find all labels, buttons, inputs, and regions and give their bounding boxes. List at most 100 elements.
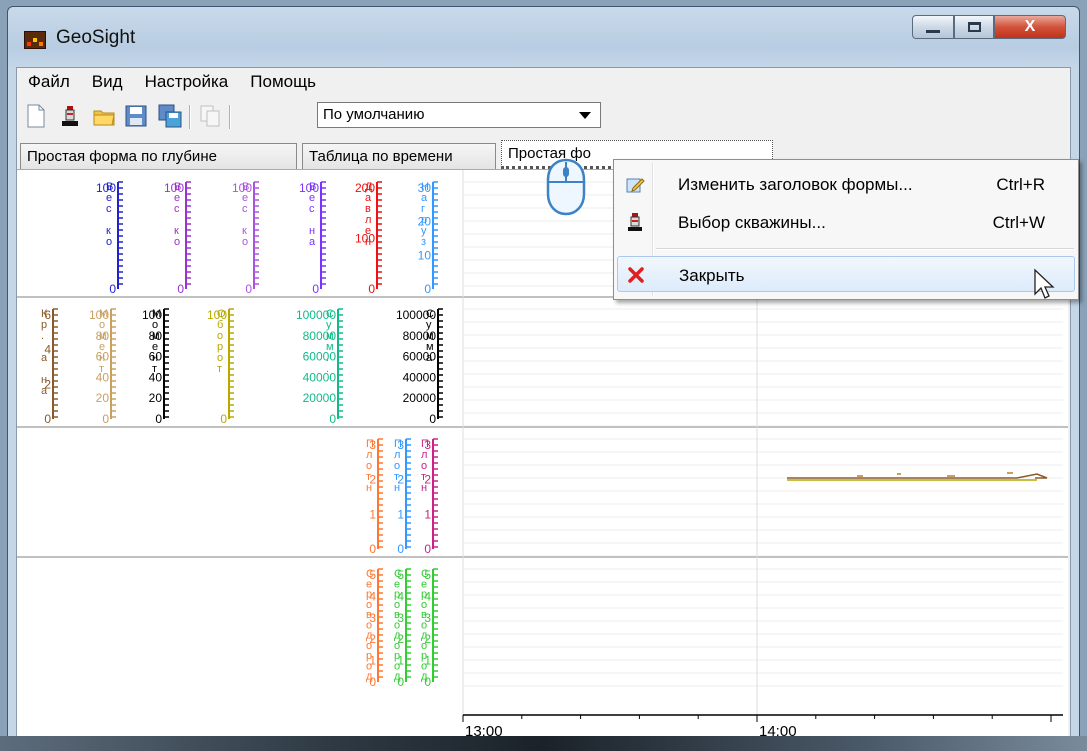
axis-track-1-4: Су м м. .100000800006000040000200000: [296, 308, 343, 426]
tick-label: 80000: [403, 329, 437, 343]
maximize-icon: [967, 22, 981, 32]
axis-track-0-5: На г р у з3020100: [418, 181, 438, 296]
tab-depth-form[interactable]: Простая форма по глубине: [20, 143, 297, 169]
menu-view[interactable]: Вид: [81, 72, 134, 92]
axis-track-0-2: Вес к о1000: [232, 181, 259, 296]
maximize-button[interactable]: [954, 15, 994, 39]
axis-track-2-1: Пл о т н3210: [394, 438, 411, 556]
tick-label: 0: [44, 412, 51, 426]
axis-track-2-0: Пл о т н3210: [366, 438, 383, 556]
axis-track-1-5: Су м м а100000800006000040000200000: [396, 308, 443, 426]
preset-select[interactable]: По умолчанию: [317, 102, 601, 128]
tick-label: 60000: [403, 350, 437, 364]
close-window-button[interactable]: X: [994, 15, 1066, 39]
menu-item-close[interactable]: Закрыть: [617, 256, 1075, 292]
tick-label: 100: [142, 308, 162, 322]
tick-label: 0: [369, 675, 376, 689]
axis-track-1-1: Мо м е н т100806040200: [89, 308, 116, 426]
tick-label: 5: [424, 568, 431, 582]
tick-label: 2: [369, 473, 376, 487]
tick-label: 40: [149, 370, 163, 384]
menu-bar: Файл Вид Настройка Помощь: [17, 68, 1070, 96]
tick-label: 3: [424, 611, 431, 625]
menu-item-shortcut: Ctrl+W: [992, 213, 1045, 232]
tick-label: 40000: [403, 370, 437, 384]
tick-label: 0: [424, 282, 431, 296]
open-folder-icon[interactable]: [91, 103, 117, 129]
tick-label: 2: [424, 632, 431, 646]
menu-file[interactable]: Файл: [17, 72, 81, 92]
tick-label: 100: [164, 181, 184, 195]
tick-label: 4: [424, 589, 431, 603]
tick-label: 1: [397, 654, 404, 668]
tick-label: 100: [96, 181, 116, 195]
mouse-hint-icon: [546, 158, 586, 216]
tick-label: 1: [424, 507, 431, 521]
app-window: GeoSight X Файл Вид Настройка Помощь По …: [7, 6, 1080, 746]
tick-label: 3: [397, 438, 404, 452]
new-icon[interactable]: [23, 103, 49, 129]
tick-label: 2: [369, 632, 376, 646]
tick-label: 0: [312, 282, 319, 296]
menu-settings[interactable]: Настройка: [134, 72, 240, 92]
close-red-x-icon: [628, 267, 644, 283]
tick-label: 4: [44, 343, 51, 357]
tick-label: 2: [424, 473, 431, 487]
axis-label-char: т: [217, 363, 222, 375]
tab-time-table[interactable]: Таблица по времени: [302, 143, 496, 169]
tick-label: 1: [397, 507, 404, 521]
tick-label: 20000: [303, 391, 337, 405]
minimize-button[interactable]: [912, 15, 954, 39]
edit-title-icon: [626, 178, 645, 193]
menu-separator: [656, 248, 1074, 250]
tick-label: 20000: [403, 391, 437, 405]
toolbar-separator: [189, 105, 191, 129]
axis-track-0-3: Вес н а1000: [299, 181, 326, 296]
tick-label: 4: [397, 589, 404, 603]
tick-label: 1: [369, 507, 376, 521]
tick-label: 0: [220, 412, 227, 426]
menu-help[interactable]: Помощь: [239, 72, 327, 92]
tick-label: 6: [44, 308, 51, 322]
tick-label: 40: [96, 370, 110, 384]
series-line: [857, 472, 1013, 477]
tick-label: 2: [397, 632, 404, 646]
mouse-cursor-icon: [1034, 268, 1055, 299]
tick-label: 40000: [303, 370, 337, 384]
tick-label: 100: [207, 308, 227, 322]
copy-icon[interactable]: [197, 103, 223, 129]
tick-label: 0: [424, 542, 431, 556]
window-title: GeoSight: [56, 27, 136, 48]
well-icon[interactable]: [57, 103, 83, 129]
tick-label: 0: [424, 675, 431, 689]
axis-track-2-2: Пл о т н3210: [421, 438, 438, 556]
axis-track-0-1: Вес к о1000: [164, 181, 191, 296]
tick-label: 0: [102, 412, 109, 426]
menu-item-edit-title[interactable]: Изменить заголовок формы... Ctrl+R: [617, 166, 1075, 202]
tick-label: 20: [418, 215, 432, 229]
tick-label: 0: [245, 282, 252, 296]
save-all-icon[interactable]: [157, 103, 183, 129]
tick-label: 80000: [303, 329, 337, 343]
tick-label: 1: [369, 654, 376, 668]
tick-label: 60: [149, 350, 163, 364]
tick-label: 10: [418, 248, 432, 262]
tick-label: 60: [96, 350, 110, 364]
menu-item-label: Выбор скважины...: [678, 213, 826, 232]
menu-item-select-well[interactable]: Выбор скважины... Ctrl+W: [617, 204, 1075, 240]
title-bar[interactable]: GeoSight X: [8, 7, 1079, 65]
close-icon: X: [1024, 18, 1036, 35]
save-icon[interactable]: [123, 103, 149, 129]
tick-label: 100: [232, 181, 252, 195]
preset-select-value: По умолчанию: [323, 106, 425, 123]
tick-label: 0: [177, 282, 184, 296]
axis-track-1-3: Об о р о т1000: [207, 308, 234, 426]
tick-label: 3: [369, 611, 376, 625]
tick-label: 3: [424, 438, 431, 452]
axis-track-0-4: Да в л е н2001000: [355, 181, 382, 296]
axis-label-char: о: [174, 236, 180, 248]
tick-label: 5: [369, 568, 376, 582]
tick-label: 3: [397, 611, 404, 625]
axis-track-0-0: Вес к о1000: [96, 181, 123, 296]
tick-label: 60000: [303, 350, 337, 364]
